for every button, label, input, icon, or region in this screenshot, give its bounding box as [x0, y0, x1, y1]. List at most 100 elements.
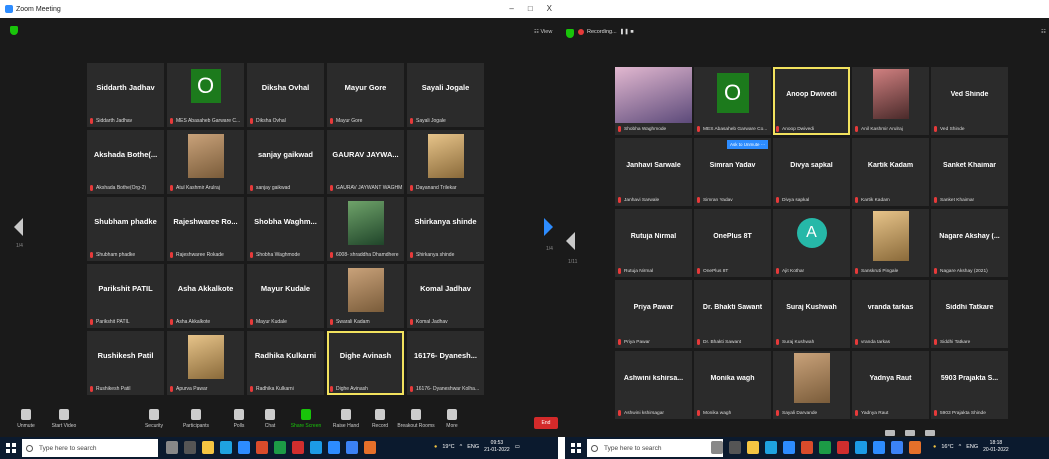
participant-tile[interactable]: Swarali Kadam [327, 264, 404, 328]
cortana-icon[interactable] [711, 441, 723, 454]
edge-icon[interactable] [220, 441, 232, 454]
recording-indicator[interactable]: Recording... ❚❚ ■ [578, 29, 634, 35]
task-view-icon[interactable] [184, 441, 196, 454]
participant-tile[interactable]: Apurva Pawar [167, 331, 244, 395]
participant-tile[interactable]: Monika wagh Monika wagh [694, 351, 771, 419]
participant-tile[interactable]: Atul Kashmir Arulraj [167, 130, 244, 194]
participant-tile[interactable]: Sayali Jogale Sayali Jogale [407, 63, 484, 127]
ask-to-unmute-button[interactable]: Ask to Unmute ⋯ [727, 140, 769, 149]
mail-icon[interactable] [801, 441, 813, 454]
maximize-button[interactable]: □ [528, 4, 533, 13]
participant-tile[interactable]: Sayali Darvande [773, 351, 850, 419]
security-shield-icon[interactable] [566, 29, 574, 38]
taskbar-search-box[interactable]: Type here to search [587, 439, 723, 457]
participant-tile[interactable]: Radhika Kulkarni Radhika Kulkarni [247, 331, 324, 395]
notifications-icon[interactable]: ▭ [515, 444, 520, 450]
participant-tile[interactable]: Priya Pawar Priya Pawar [615, 280, 692, 348]
participant-tile[interactable]: O MES Abasaheb Garware Co... [694, 67, 771, 135]
prev-page-arrow-icon[interactable] [14, 218, 23, 236]
excel-icon[interactable] [274, 441, 286, 454]
participant-tile[interactable]: A Ajit Kothar [773, 209, 850, 277]
tray-chevron-icon[interactable]: ^ [460, 444, 463, 450]
toolbar-icon[interactable] [905, 430, 915, 436]
tray-chevron-icon[interactable]: ^ [959, 444, 962, 450]
participant-tile[interactable]: Sanskruti Pingale [852, 209, 929, 277]
participant-tile[interactable]: sanjay gaikwad sanjay gaikwad [247, 130, 324, 194]
participant-tile[interactable]: 6008- shraddha Dhamdhere [327, 197, 404, 261]
chrome-icon[interactable] [855, 441, 867, 454]
store-icon[interactable] [238, 441, 250, 454]
language-label[interactable]: ENG [467, 444, 479, 450]
participant-tile[interactable]: GAURAV JAYWA... GAURAV JAYWANT WAGHMAR... [327, 130, 404, 194]
participant-tile[interactable]: Parikshit PATIL Parikshit PATIL [87, 264, 164, 328]
security-button[interactable]: Security [130, 409, 178, 429]
next-page-arrow-icon[interactable] [544, 218, 553, 236]
participant-tile[interactable]: Dayanand Trilekar [407, 130, 484, 194]
powerpoint-icon[interactable] [364, 441, 376, 454]
participant-tile[interactable]: Divya sapkal Divya sapkal [773, 138, 850, 206]
store-icon[interactable] [783, 441, 795, 454]
word-icon[interactable] [346, 441, 358, 454]
windows-start-icon[interactable] [571, 443, 581, 453]
participant-tile[interactable]: Shobha Waghm... Shobha Waghmode [247, 197, 324, 261]
security-shield-icon[interactable] [10, 26, 18, 35]
participant-tile[interactable]: Suraj Kushwah Suraj Kushwah [773, 280, 850, 348]
powerpoint-icon[interactable] [909, 441, 921, 454]
language-label[interactable]: ENG [966, 444, 978, 450]
start-video-button[interactable]: Start Video [40, 409, 88, 429]
participant-tile[interactable]: vranda tarkas vranda tarkas [852, 280, 929, 348]
acrobat-icon[interactable] [837, 441, 849, 454]
toolbar-icon[interactable] [885, 430, 895, 436]
view-button[interactable]: ☷ View [534, 29, 552, 35]
participant-tile[interactable]: Siddarth Jadhav Siddarth Jadhav [87, 63, 164, 127]
participant-tile[interactable]: Yadnya Raut Yadnya Raut [852, 351, 929, 419]
task-view-icon[interactable] [729, 441, 741, 454]
participant-tile[interactable]: Janhavi Sarwale Janhavi Sarwale [615, 138, 692, 206]
zoom-taskbar-icon[interactable] [328, 441, 340, 454]
cortana-icon[interactable] [166, 441, 178, 454]
participant-tile[interactable]: Sanket Khaimar Sanket Khaimar [931, 138, 1008, 206]
participant-tile[interactable]: Rushikesh Patil Rushikesh Patil [87, 331, 164, 395]
participant-tile[interactable]: Shirkanya shinde Shirkanya shinde [407, 197, 484, 261]
edge-icon[interactable] [765, 441, 777, 454]
close-button[interactable]: X [547, 4, 552, 13]
chrome-icon[interactable] [310, 441, 322, 454]
participant-tile[interactable]: Dr. Bhakti Sawant Dr. Bhakti Sawant [694, 280, 771, 348]
taskbar-clock[interactable]: 09:53 21-01-2022 [484, 440, 510, 454]
view-button-edge[interactable]: ☷ [1041, 29, 1046, 35]
zoom-taskbar-icon[interactable] [873, 441, 885, 454]
participant-tile[interactable]: Nagare Akshay (... Nagare Akshay (2021) [931, 209, 1008, 277]
participant-tile[interactable]: Shobha Waghmode [615, 67, 692, 135]
participant-tile[interactable]: OnePlus 8T OnePlus 8T [694, 209, 771, 277]
prev-page-arrow-icon[interactable] [566, 232, 575, 250]
participant-tile[interactable]: Asha Akkalkote Asha Akkalkote [167, 264, 244, 328]
participant-tile[interactable]: Mayur Gore Mayur Gore [327, 63, 404, 127]
file-explorer-icon[interactable] [202, 441, 214, 454]
more-button[interactable]: More [428, 409, 476, 429]
participant-tile[interactable]: Shubham phadke Shubham phadke [87, 197, 164, 261]
participant-tile[interactable]: Anoop Dwivedi Anoop Dwivedi [773, 67, 850, 135]
participant-tile[interactable]: O MES Abasaheb Garware C... [167, 63, 244, 127]
participant-tile[interactable]: Kartik Kadam Kartik Kadam [852, 138, 929, 206]
minimize-button[interactable]: – [509, 4, 513, 13]
taskbar-search-box[interactable]: Type here to search [22, 439, 158, 457]
participant-tile[interactable]: Komal Jadhav Komal Jadhav [407, 264, 484, 328]
end-meeting-button[interactable]: End [534, 417, 558, 429]
participant-tile[interactable]: Diksha Ovhal Diksha Ovhal [247, 63, 324, 127]
participants-button[interactable]: Participants [172, 409, 220, 429]
word-icon[interactable] [891, 441, 903, 454]
participant-tile[interactable]: Dighe Avinash Dighe Avinash [327, 331, 404, 395]
excel-icon[interactable] [819, 441, 831, 454]
windows-start-icon[interactable] [6, 443, 16, 453]
participant-tile[interactable]: Ved Shinde Ved Shinde [931, 67, 1008, 135]
participant-tile[interactable]: Mayur Kudale Mayur Kudale [247, 264, 324, 328]
taskbar-clock[interactable]: 18:18 20-01-2022 [983, 440, 1009, 454]
participant-tile[interactable]: Siddhi Tatkare Siddhi Tatkare [931, 280, 1008, 348]
toolbar-icon[interactable] [925, 430, 935, 436]
participant-tile[interactable]: 16176- Dyanesh... 16176- Dyaneshwar Kolha… [407, 331, 484, 395]
participant-tile[interactable]: Anil Kashmir Arulraj [852, 67, 929, 135]
participant-tile[interactable]: Rutuja Nirmal Rutuja Nirmal [615, 209, 692, 277]
acrobat-icon[interactable] [292, 441, 304, 454]
file-explorer-icon[interactable] [747, 441, 759, 454]
mail-icon[interactable] [256, 441, 268, 454]
